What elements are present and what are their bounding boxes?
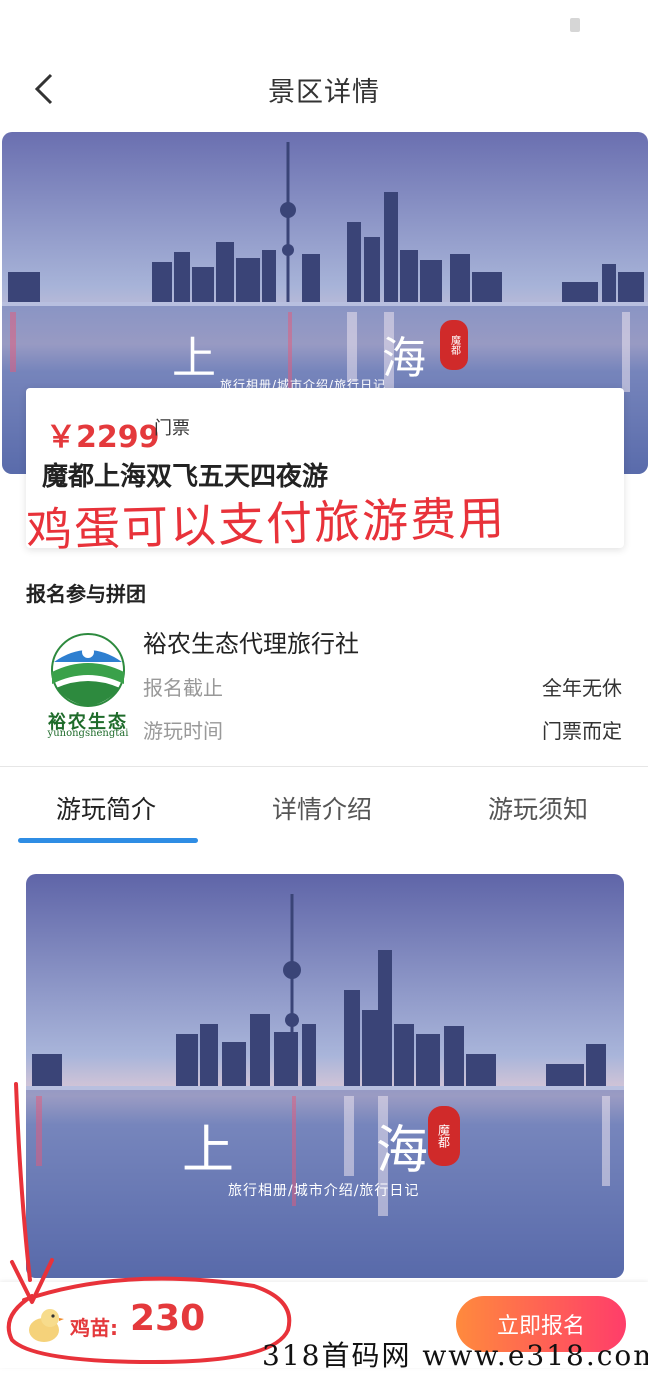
deadline-label: 报名截止 (143, 676, 223, 700)
section-divider (0, 766, 648, 767)
banner-char-right: 海 (382, 333, 426, 384)
banner-seal: 魔都 (428, 1106, 460, 1166)
seal-text: 魔都 (448, 335, 460, 355)
banner-char-right: 海 (376, 1121, 429, 1181)
banner-char-left: 上 (172, 333, 216, 384)
banner-seal: 魔都 (440, 320, 468, 370)
annotation-circle (6, 1276, 292, 1365)
deadline-value: 全年无休 (542, 676, 622, 700)
tab-notice[interactable]: 游玩须知 (488, 790, 588, 826)
logo-text-en: yunongshengtai (47, 728, 129, 739)
banner-char-left: 上 (182, 1121, 235, 1181)
price-unit: 门票 (154, 418, 190, 439)
page-title: 景区详情 (268, 77, 380, 108)
agency-logo: 裕农生态 yunongshengtai (36, 632, 140, 742)
watermark: 318首码网 www.e318.com (262, 1339, 648, 1372)
banner-subtitle: 旅行相册/城市介绍/旅行日记 (228, 1183, 420, 1199)
playtime-label: 游玩时间 (143, 719, 223, 743)
join-section-title: 报名参与拼团 (26, 582, 146, 606)
tab-intro[interactable]: 游玩简介 (56, 790, 156, 826)
tab-active-indicator (18, 838, 198, 843)
status-indicator (570, 18, 580, 32)
playtime-value: 门票而定 (542, 719, 622, 743)
agency-name: 裕农生态代理旅行社 (143, 630, 359, 658)
banner-image-content: 上 海 魔都 旅行相册/城市介绍/旅行日记 (26, 874, 624, 1278)
annotation-red-note: 鸡蛋可以支付旅游费用 (25, 490, 507, 558)
price: ￥2299 (46, 420, 160, 455)
seal-text: 魔都 (436, 1124, 451, 1148)
tab-details[interactable]: 详情介绍 (272, 790, 372, 826)
